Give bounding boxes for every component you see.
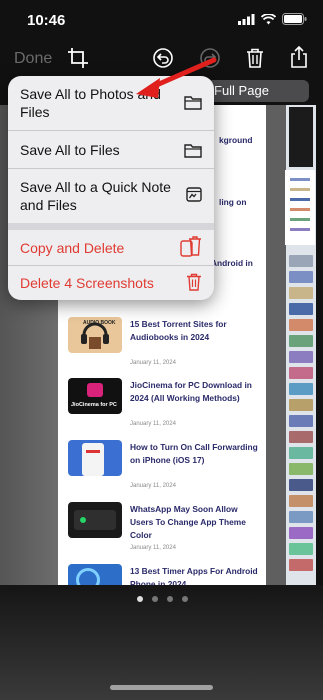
status-bar: 10:46 <box>0 0 323 40</box>
redo-icon[interactable] <box>200 48 220 68</box>
article-title: 15 Best Torrent Sites for Audiobooks in … <box>130 319 227 342</box>
page-dot <box>167 596 173 602</box>
article-date: January 11, 2024 <box>130 421 176 427</box>
right-backdrop <box>266 105 286 585</box>
battery-icon <box>282 13 307 25</box>
article-title: JioCinema for PC Download in 2024 (All W… <box>130 380 252 403</box>
folder-icon <box>184 96 202 110</box>
menu-item-label: Save All to a Quick Note and Files <box>20 179 171 213</box>
article-thumbnail <box>68 440 122 476</box>
article-thumbnail <box>68 502 122 538</box>
list-item[interactable]: JioCinema for PC JioCinema for PC Downlo… <box>68 378 263 434</box>
share-icon[interactable] <box>290 46 308 68</box>
page-indicator[interactable] <box>137 596 188 602</box>
page-dot <box>137 596 143 602</box>
home-indicator <box>110 685 213 690</box>
article-title: WhatsApp May Soon Allow Users To Change … <box>130 504 246 540</box>
page-dot <box>152 596 158 602</box>
full-page-tab[interactable]: Full Page <box>207 80 309 102</box>
save-options-menu: Save All to Photos and Files Save All to… <box>8 76 214 300</box>
menu-item-label: Delete 4 Screenshots <box>20 275 154 291</box>
menu-item-label: Save All to Photos and Files <box>20 86 161 120</box>
list-item[interactable]: How to Turn On Call Forwarding on iPhone… <box>68 440 263 496</box>
thumb-text: JioCinema for PC <box>71 402 117 408</box>
list-item[interactable]: 13 Best Timer Apps For Android Phone in … <box>68 564 263 585</box>
article-date: January 11, 2024 <box>130 483 176 489</box>
trash-icon <box>187 273 201 291</box>
menu-item-label: Save All to Files <box>20 142 120 158</box>
article-date: January 11, 2024 <box>130 360 176 366</box>
article-thumbnail: JioCinema for PC <box>68 378 122 414</box>
wifi-icon <box>261 13 276 24</box>
article-date: January 11, 2024 <box>130 545 176 551</box>
quick-note-icon <box>186 187 202 202</box>
folder-icon <box>184 144 202 158</box>
thumb-text: AUDIO BOOK <box>83 320 116 326</box>
article-title: How to Turn On Call Forwarding on iPhone… <box>130 442 258 465</box>
article-thumbnail: AUDIO BOOK <box>68 317 122 353</box>
text-fragment: Android in <box>211 258 253 268</box>
signal-icon <box>238 13 255 25</box>
article-thumbnail <box>68 564 122 585</box>
menu-item-save-files[interactable]: Save All to Files <box>8 131 214 169</box>
menu-item-save-photos-files[interactable]: Save All to Photos and Files <box>8 76 214 131</box>
editor-toolbar: Done <box>0 42 323 78</box>
trash-icon[interactable] <box>246 48 264 68</box>
done-button[interactable]: Done <box>14 50 52 68</box>
bottom-area <box>0 585 323 700</box>
list-item[interactable]: WhatsApp May Soon Allow Users To Change … <box>68 502 263 558</box>
full-page-label: Full Page <box>214 83 269 98</box>
article-title: 13 Best Timer Apps For Android Phone in … <box>130 566 258 585</box>
copy-delete-icon <box>180 236 201 257</box>
menu-item-label: Copy and Delete <box>20 240 125 256</box>
status-icons <box>238 13 307 25</box>
menu-item-save-quick-note[interactable]: Save All to a Quick Note and Files <box>8 169 214 223</box>
text-fragment: ling on <box>219 197 247 207</box>
selected-page-thumbnail[interactable] <box>285 170 315 245</box>
menu-separator <box>8 223 214 230</box>
undo-icon[interactable] <box>153 48 173 68</box>
text-fragment: kground <box>219 135 253 145</box>
status-time: 10:46 <box>27 12 66 29</box>
menu-item-delete-screenshots[interactable]: Delete 4 Screenshots <box>8 266 214 300</box>
list-item[interactable]: AUDIO BOOK 15 Best Torrent Sites for Aud… <box>68 317 263 373</box>
crop-icon[interactable] <box>68 48 88 68</box>
page-dot <box>182 596 188 602</box>
menu-item-copy-delete[interactable]: Copy and Delete <box>8 230 214 266</box>
